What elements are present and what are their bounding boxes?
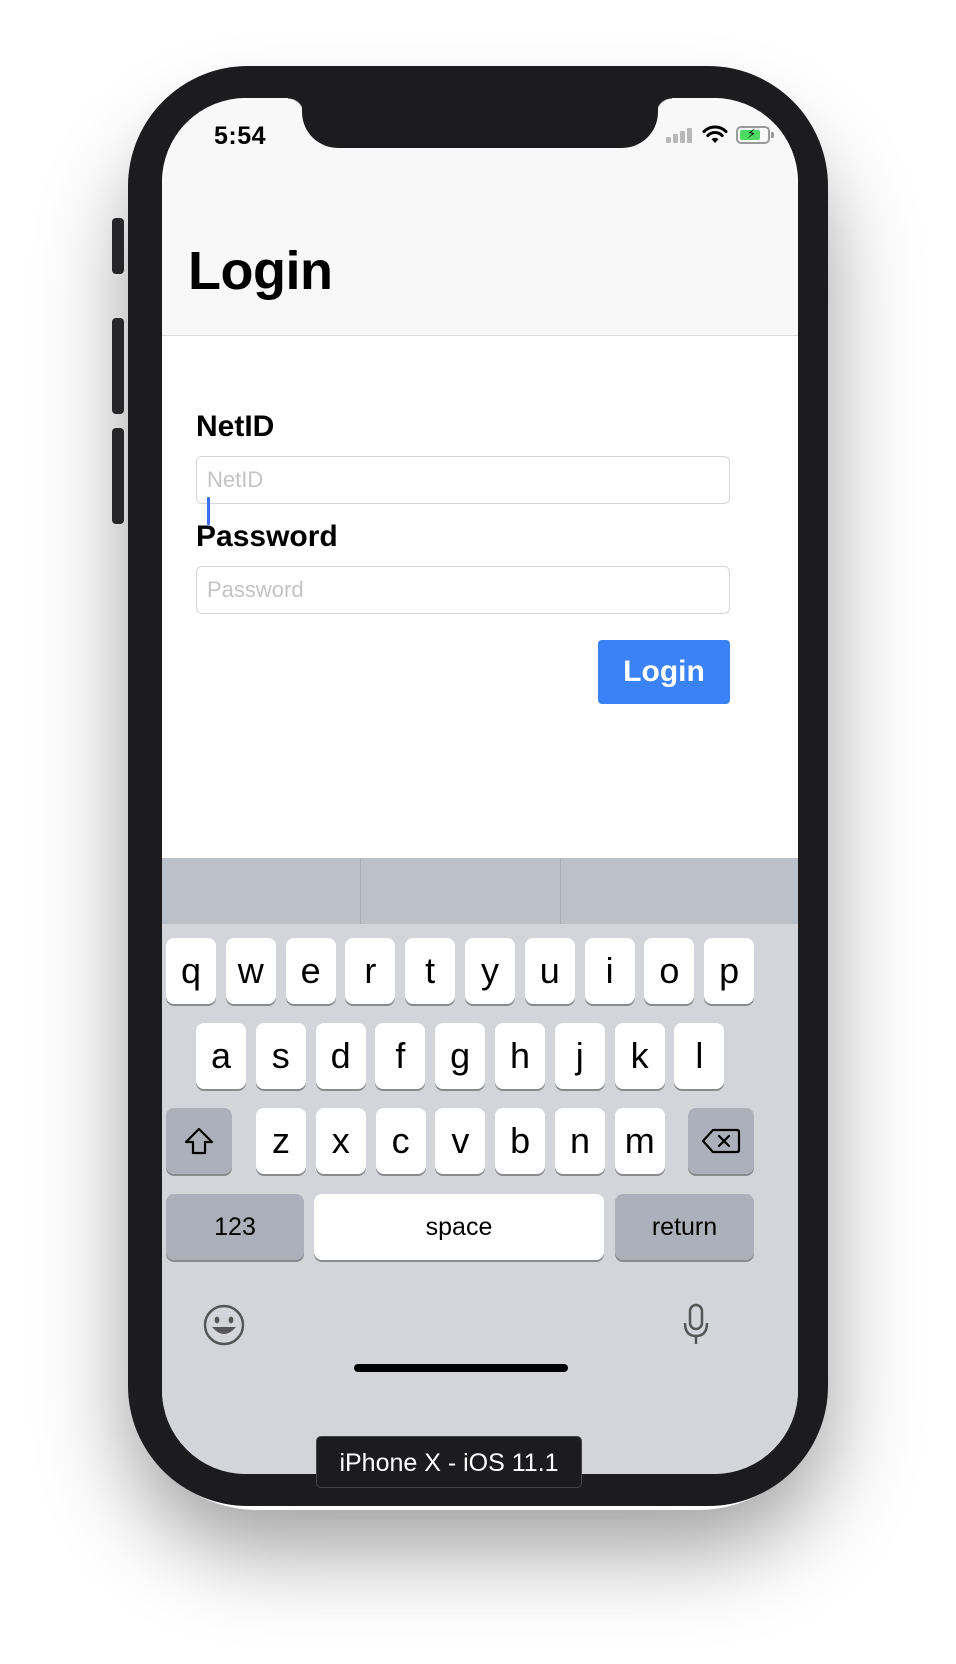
key-g[interactable]: g [435, 1023, 486, 1089]
silent-switch [112, 218, 124, 274]
key-h[interactable]: h [495, 1023, 545, 1089]
key-l[interactable]: l [674, 1023, 725, 1089]
key-t[interactable]: t [405, 938, 456, 1004]
key-s[interactable]: s [255, 1023, 306, 1089]
key-c[interactable]: c [375, 1108, 426, 1174]
volume-up-button [112, 318, 124, 414]
key-e[interactable]: e [285, 938, 336, 1004]
delete-key[interactable] [688, 1108, 754, 1174]
key-o[interactable]: o [644, 938, 695, 1004]
key-w[interactable]: w [225, 938, 276, 1004]
cellular-signal-icon [666, 124, 696, 146]
login-button[interactable]: Login [598, 640, 730, 704]
key-j[interactable]: j [554, 1023, 605, 1089]
key-z[interactable]: z [256, 1108, 306, 1174]
status-icons: ⚡ [666, 124, 776, 146]
page-title: Login [188, 241, 333, 301]
key-x[interactable]: x [315, 1108, 366, 1174]
key-n[interactable]: n [555, 1108, 605, 1174]
key-b[interactable]: b [495, 1108, 546, 1174]
notch [302, 98, 658, 148]
netid-label: NetID [196, 410, 275, 443]
notch-corner-left [288, 98, 304, 114]
key-r[interactable]: r [345, 938, 396, 1004]
simulator-window: 5:54 ⚡ Login NetID NetID Password Login … [0, 0, 956, 1664]
delete-icon [701, 1128, 741, 1154]
device-label: iPhone X - iOS 11.1 [316, 1436, 582, 1488]
keyboard: qwertyuiop asdfghjkl zxcvbnm 123 space r… [162, 858, 798, 1474]
status-time: 5:54 [214, 122, 267, 150]
key-i[interactable]: i [584, 938, 635, 1004]
key-k[interactable]: k [614, 1023, 665, 1089]
space-key[interactable]: space [314, 1194, 604, 1260]
key-d[interactable]: d [315, 1023, 366, 1089]
prediction-slot-1[interactable] [162, 858, 360, 924]
prediction-slot-3[interactable] [561, 858, 798, 924]
key-u[interactable]: u [524, 938, 575, 1004]
password-label: Password [196, 520, 338, 553]
numbers-key[interactable]: 123 [166, 1194, 304, 1260]
wifi-icon [702, 125, 728, 143]
battery-charging-icon: ⚡ [736, 126, 770, 144]
prediction-slot-2[interactable] [361, 858, 560, 924]
volume-down-button [112, 428, 124, 524]
key-q[interactable]: q [166, 938, 216, 1004]
key-f[interactable]: f [375, 1023, 426, 1089]
return-key[interactable]: return [615, 1194, 754, 1260]
key-a[interactable]: a [196, 1023, 246, 1089]
key-p[interactable]: p [704, 938, 755, 1004]
microphone-icon[interactable] [682, 1303, 710, 1347]
predictive-bar [162, 858, 798, 924]
battery-tip [771, 132, 774, 138]
password-field[interactable] [196, 566, 730, 614]
key-v[interactable]: v [435, 1108, 486, 1174]
netid-field[interactable] [196, 456, 730, 504]
shift-key[interactable] [166, 1108, 232, 1174]
key-m[interactable]: m [614, 1108, 665, 1174]
emoji-icon[interactable] [202, 1303, 246, 1347]
notch-corner-right [656, 98, 672, 114]
phone-screen: 5:54 ⚡ Login NetID NetID Password Login … [162, 98, 798, 1474]
home-indicator[interactable] [354, 1364, 568, 1372]
key-y[interactable]: y [465, 938, 515, 1004]
shift-icon [184, 1127, 214, 1155]
